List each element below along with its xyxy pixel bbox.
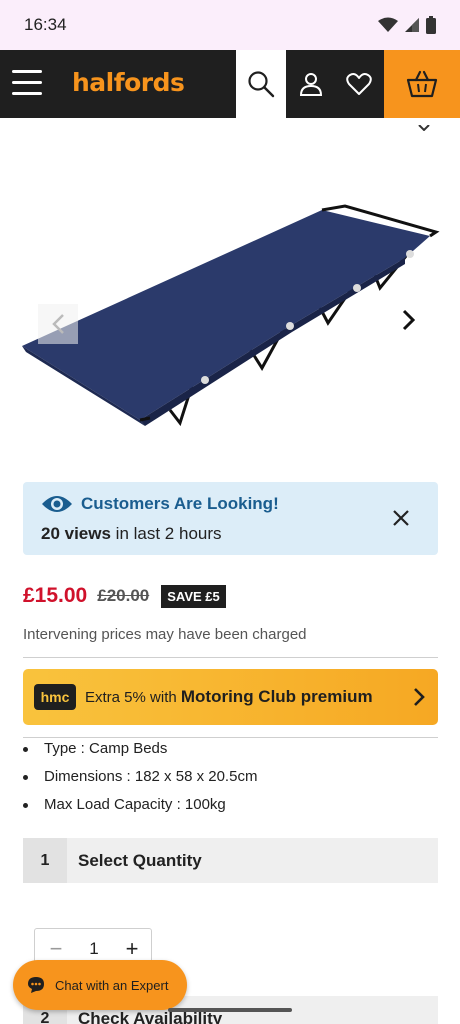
menu-icon[interactable] [12, 70, 44, 98]
halfords-logo[interactable]: halfords [72, 68, 185, 97]
hmc-logo: hmc [34, 684, 76, 710]
basket-icon [406, 70, 438, 98]
eye-icon [42, 496, 72, 512]
motoring-club-banner[interactable]: hmc Extra 5% with Motoring Club premium [23, 669, 438, 725]
chat-icon [28, 977, 44, 993]
views-period: in last 2 hours [110, 524, 222, 543]
quantity-decrease-button[interactable]: − [45, 937, 67, 961]
home-indicator[interactable] [168, 1008, 292, 1012]
quantity-value[interactable]: 1 [82, 939, 106, 959]
step-select-quantity[interactable]: 1 Select Quantity [23, 838, 438, 883]
spec-item: Type : Camp Beds [23, 738, 257, 766]
motoring-club-text: Extra 5% with Motoring Club premium [85, 687, 373, 706]
dropdown-indicator-icon [418, 118, 430, 136]
close-icon [393, 510, 409, 526]
price-note: Intervening prices may have been charged [23, 626, 307, 643]
search-icon [248, 71, 275, 98]
customers-looking-title: Customers Are Looking! [81, 494, 279, 513]
price-row: £15.00 £20.00 SAVE £5 [23, 583, 226, 609]
gallery-prev-button[interactable] [38, 304, 78, 344]
account-icon [299, 73, 323, 96]
account-button[interactable] [287, 50, 335, 118]
product-image [0, 118, 460, 478]
chevron-right-icon [402, 309, 416, 331]
divider [23, 657, 438, 658]
views-text: 20 views in last 2 hours [41, 524, 222, 544]
views-count: 20 views [41, 524, 111, 543]
wifi-icon [378, 17, 398, 32]
product-specs: Type : Camp Beds Dimensions : 182 x 58 x… [23, 738, 257, 822]
step-number: 1 [23, 838, 67, 883]
gallery-next-button[interactable] [392, 300, 426, 340]
product-gallery[interactable] [0, 118, 460, 478]
basket-button[interactable] [384, 50, 460, 118]
spec-item: Max Load Capacity : 100kg [23, 794, 257, 822]
site-header: halfords [0, 50, 460, 118]
status-time: 16:34 [24, 15, 67, 34]
motoring-club-bold: Motoring Club premium [180, 687, 373, 706]
customers-looking-banner: Customers Are Looking! 20 views in last … [23, 482, 438, 555]
status-icons [378, 16, 436, 34]
close-button[interactable] [389, 506, 413, 530]
was-price: £20.00 [97, 586, 150, 605]
wishlist-button[interactable] [335, 50, 383, 118]
save-badge: SAVE £5 [161, 584, 226, 608]
signal-icon [405, 18, 419, 32]
chat-label: Chat with an Expert [55, 977, 169, 993]
heart-icon [346, 73, 372, 95]
status-bar: 16:34 [0, 0, 460, 50]
battery-icon [426, 16, 436, 34]
spec-item: Dimensions : 182 x 58 x 20.5cm [23, 766, 257, 794]
search-button[interactable] [236, 50, 286, 118]
current-price: £15.00 [23, 584, 88, 607]
step-label: Select Quantity [78, 851, 202, 870]
chat-with-expert-button[interactable]: Chat with an Expert [13, 960, 187, 1010]
chevron-left-icon [52, 314, 64, 334]
chevron-right-icon [414, 688, 425, 706]
quantity-increase-button[interactable]: + [121, 937, 143, 961]
